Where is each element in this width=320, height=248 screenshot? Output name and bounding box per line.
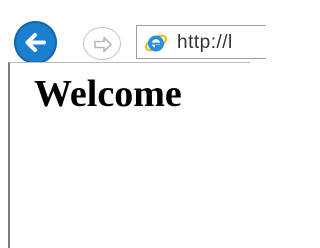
page-heading: Welcome	[34, 73, 182, 115]
forward-button[interactable]	[83, 27, 121, 60]
back-arrow-icon	[25, 33, 46, 52]
browser-toolbar: http://l	[0, 0, 266, 64]
address-bar[interactable]: http://l	[136, 25, 266, 59]
forward-arrow-icon	[94, 36, 112, 53]
back-button[interactable]	[14, 21, 57, 64]
page-content: Welcome	[8, 62, 250, 248]
internet-explorer-icon	[144, 31, 168, 55]
browser-window: http://l Welcome	[0, 0, 266, 248]
address-url-text: http://l	[177, 32, 233, 53]
